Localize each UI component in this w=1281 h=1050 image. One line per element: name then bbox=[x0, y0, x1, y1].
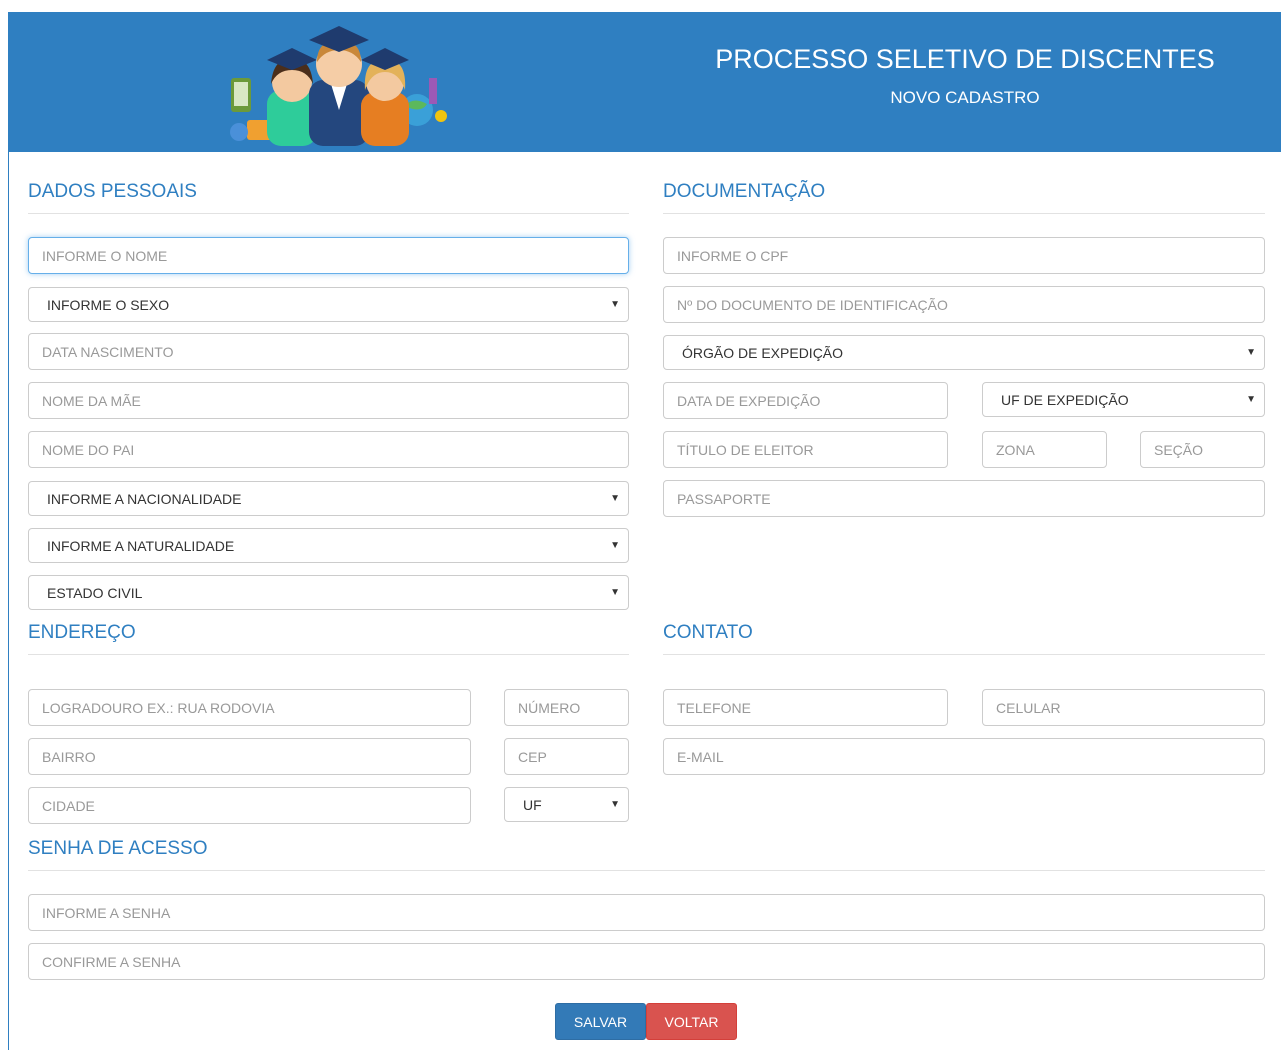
caret-down-icon: ▼ bbox=[610, 799, 620, 810]
students-graduation-logo-icon bbox=[230, 26, 447, 146]
data-expedicao-input[interactable] bbox=[663, 382, 948, 419]
caret-down-icon: ▼ bbox=[610, 540, 620, 551]
nacionalidade-select[interactable]: INFORME A NACIONALIDADE ▼ bbox=[28, 481, 629, 516]
divider bbox=[663, 654, 1265, 655]
caret-down-icon: ▼ bbox=[610, 493, 620, 504]
telefone-input[interactable] bbox=[663, 689, 948, 726]
nacionalidade-select-value: INFORME A NACIONALIDADE bbox=[47, 490, 242, 507]
section-title-documentacao: DOCUMENTAÇÃO bbox=[663, 181, 826, 202]
nome-mae-input[interactable] bbox=[28, 382, 629, 419]
caret-down-icon: ▼ bbox=[610, 299, 620, 310]
section-title-dados-pessoais: DADOS PESSOAIS bbox=[28, 181, 197, 202]
numero-input[interactable] bbox=[504, 689, 629, 726]
orgao-expedicao-select[interactable]: ÓRGÃO DE EXPEDIÇÃO ▼ bbox=[663, 335, 1265, 370]
divider bbox=[28, 654, 629, 655]
cpf-input[interactable] bbox=[663, 237, 1265, 274]
section-title-senha: SENHA DE ACESSO bbox=[28, 838, 208, 859]
page-title: PROCESSO SELETIVO DE DISCENTES bbox=[715, 44, 1215, 74]
nome-pai-input[interactable] bbox=[28, 431, 629, 468]
save-button[interactable]: SALVAR bbox=[555, 1003, 646, 1040]
caret-down-icon: ▼ bbox=[610, 587, 620, 598]
sexo-select-value: INFORME O SEXO bbox=[47, 296, 170, 313]
naturalidade-select[interactable]: INFORME A NATURALIDADE ▼ bbox=[28, 528, 629, 563]
email-input[interactable] bbox=[663, 738, 1265, 775]
data-nascimento-input[interactable] bbox=[28, 333, 629, 370]
estado-civil-select[interactable]: ESTADO CIVIL ▼ bbox=[28, 575, 629, 610]
naturalidade-select-value: INFORME A NATURALIDADE bbox=[47, 537, 235, 554]
uf-expedicao-select-value: UF DE EXPEDIÇÃO bbox=[1001, 391, 1129, 408]
zona-input[interactable] bbox=[982, 431, 1107, 468]
titulo-eleitor-input[interactable] bbox=[663, 431, 948, 468]
nome-input[interactable] bbox=[28, 237, 629, 274]
cep-input[interactable] bbox=[504, 738, 629, 775]
divider bbox=[28, 870, 1265, 871]
bairro-input[interactable] bbox=[28, 738, 471, 775]
page-subtitle: NOVO CADASTRO bbox=[890, 88, 1040, 107]
sexo-select[interactable]: INFORME O SEXO ▼ bbox=[28, 287, 629, 322]
section-title-endereco: ENDEREÇO bbox=[28, 622, 136, 643]
uf-select[interactable]: UF ▼ bbox=[504, 787, 629, 822]
divider bbox=[28, 213, 629, 214]
page-header: PROCESSO SELETIVO DE DISCENTES NOVO CADA… bbox=[9, 12, 1281, 152]
passaporte-input[interactable] bbox=[663, 480, 1265, 517]
cidade-input[interactable] bbox=[28, 787, 471, 824]
section-title-contato: CONTATO bbox=[663, 622, 753, 643]
orgao-expedicao-select-value: ÓRGÃO DE EXPEDIÇÃO bbox=[682, 344, 844, 361]
caret-down-icon: ▼ bbox=[1246, 347, 1256, 358]
celular-input[interactable] bbox=[982, 689, 1265, 726]
back-button[interactable]: VOLTAR bbox=[646, 1003, 737, 1040]
senha-input[interactable] bbox=[28, 894, 1265, 931]
estado-civil-select-value: ESTADO CIVIL bbox=[47, 584, 143, 601]
divider bbox=[663, 213, 1265, 214]
uf-select-value: UF bbox=[523, 796, 542, 813]
caret-down-icon: ▼ bbox=[1246, 394, 1256, 405]
logradouro-input[interactable] bbox=[28, 689, 471, 726]
confirma-senha-input[interactable] bbox=[28, 943, 1265, 980]
secao-input[interactable] bbox=[1140, 431, 1265, 468]
uf-expedicao-select[interactable]: UF DE EXPEDIÇÃO ▼ bbox=[982, 382, 1265, 417]
documento-identificacao-input[interactable] bbox=[663, 286, 1265, 323]
